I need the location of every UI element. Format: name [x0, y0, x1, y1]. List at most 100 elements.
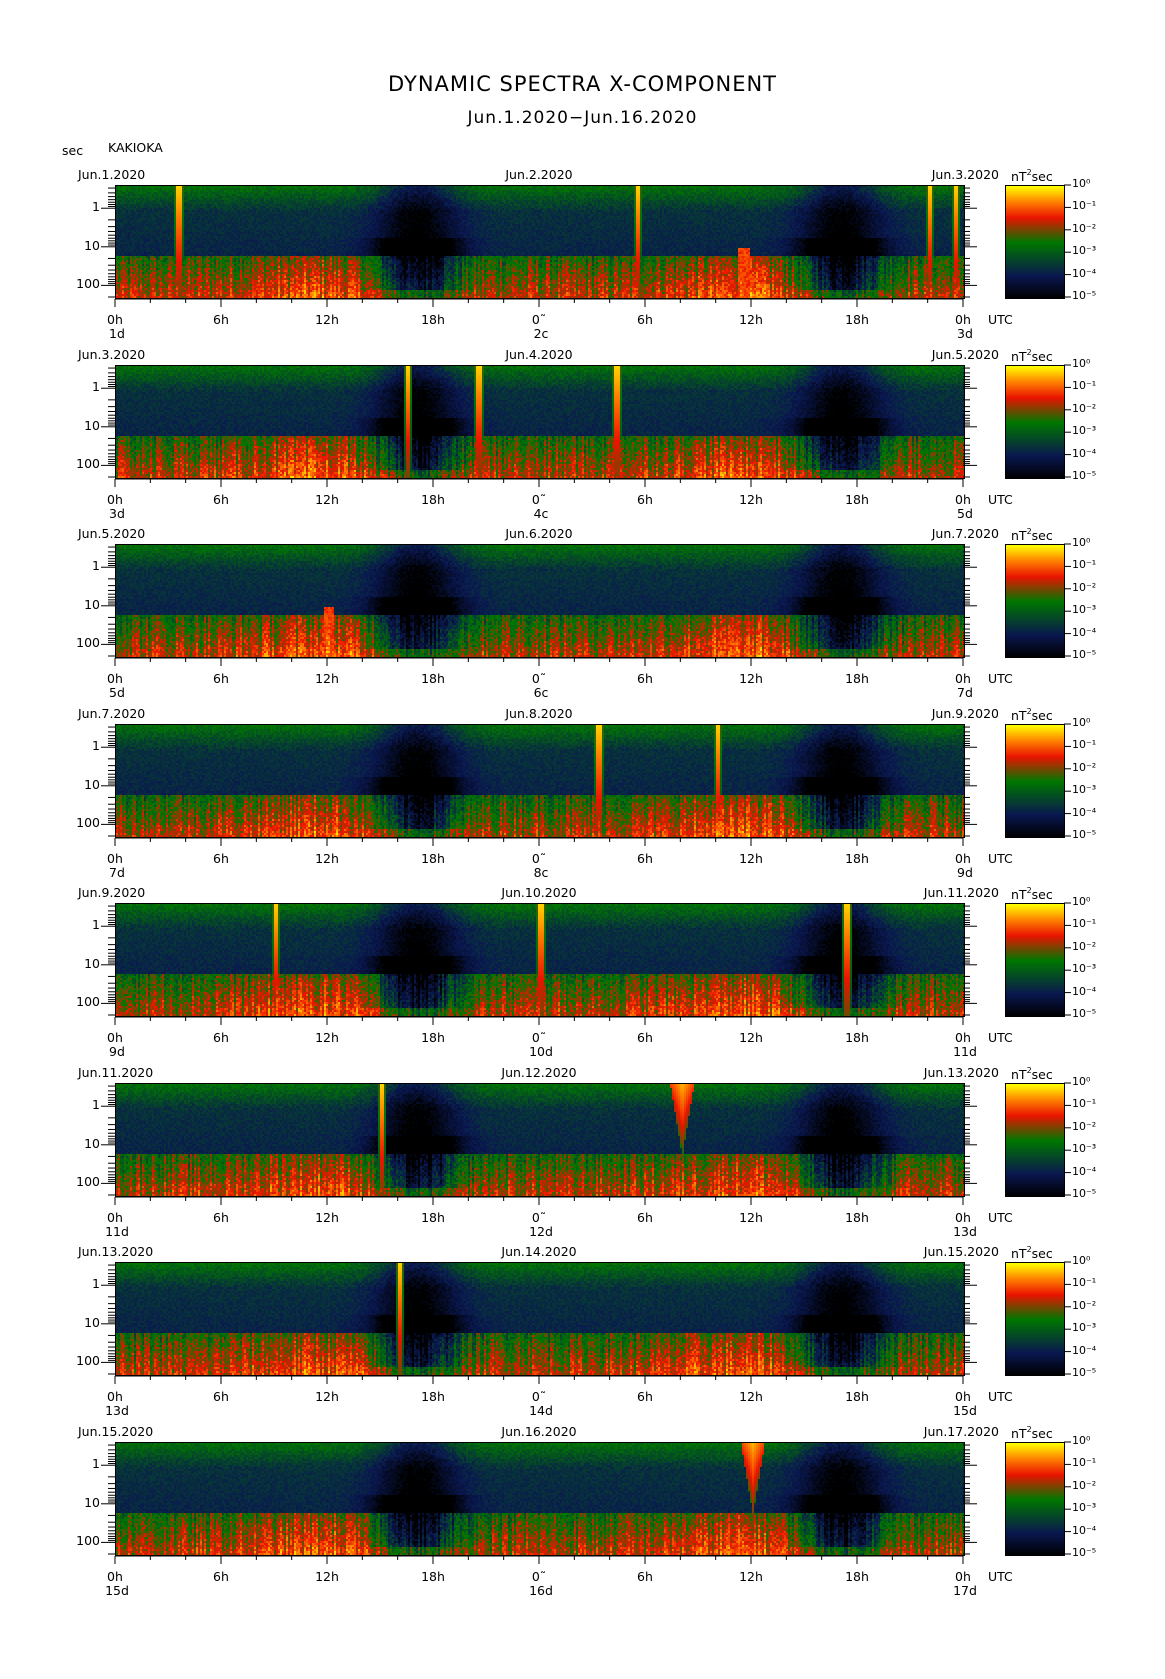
day-label-left: 15d	[105, 1583, 129, 1598]
panel-date-left: Jun.1.2020	[78, 167, 146, 182]
colorbar-label: 10⁻¹	[1072, 1097, 1097, 1111]
day-label-right: 9d	[957, 865, 973, 880]
x-tick-label: 0˜	[531, 1030, 547, 1045]
y-tick-label: 10	[84, 1135, 100, 1151]
y-tick-label: 100	[76, 815, 100, 831]
day-label-left: 13d	[105, 1403, 129, 1418]
day-label-right: 3d	[957, 326, 973, 341]
colorbar-label: 10⁰	[1072, 357, 1091, 370]
panel-date-right: Jun.9.2020	[931, 706, 999, 721]
colorbar-label: 10⁻²	[1072, 221, 1097, 235]
colorbar-unit-label: nT2sec	[1011, 527, 1053, 543]
x-tick-label: 0˜	[531, 312, 547, 327]
colorbar-label: 10⁻³	[1072, 1142, 1097, 1156]
panel-axes	[101, 1264, 977, 1384]
colorbar-label: 10⁻²	[1072, 1478, 1097, 1492]
panel-date-mid: Jun.6.2020	[505, 526, 573, 541]
day-label-left: 7d	[109, 865, 125, 880]
panel-axes	[101, 905, 977, 1025]
colorbar-label: 10⁻⁵	[1072, 1366, 1097, 1379]
colorbar-label: 10⁻⁵	[1072, 828, 1097, 841]
colorbar	[1005, 365, 1065, 479]
colorbar-label: 10⁰	[1072, 1254, 1091, 1267]
x-tick-label: 18h	[421, 1569, 445, 1584]
colorbar-label: 10⁻⁴	[1072, 266, 1097, 280]
x-tick-label: 18h	[845, 1210, 869, 1225]
x-tick-label: 0h	[955, 1569, 971, 1584]
day-label-right: 17d	[953, 1583, 977, 1598]
y-tick-label: 1	[92, 1276, 100, 1292]
y-tick-label: 100	[76, 456, 100, 472]
colorbar-label: 10⁻³	[1072, 244, 1097, 258]
x-tick-label: 18h	[421, 851, 445, 866]
x-tick-label: 0h	[955, 1030, 971, 1045]
panel-date-mid: Jun.4.2020	[505, 347, 573, 362]
y-tick-label: 100	[76, 635, 100, 651]
day-label-right: 13d	[953, 1224, 977, 1239]
day-label-mid: 14d	[529, 1403, 553, 1418]
x-tick-label: 0h	[955, 492, 971, 507]
colorbar-label: 10⁻⁵	[1072, 1546, 1097, 1559]
panel-axes	[101, 1444, 977, 1564]
x-tick-label: 0h	[107, 492, 123, 507]
x-tick-label: 6h	[637, 312, 653, 327]
panel-date-left: Jun.11.2020	[78, 1065, 154, 1080]
x-tick-label: 0h	[107, 1030, 123, 1045]
colorbar	[1005, 1083, 1065, 1197]
colorbar	[1005, 1442, 1065, 1556]
x-tick-label: 0h	[955, 1389, 971, 1404]
station-label: KAKIOKA	[108, 140, 163, 155]
colorbar-label: 10⁻¹	[1072, 379, 1097, 393]
x-tick-label: 12h	[739, 312, 763, 327]
colorbar	[1005, 903, 1065, 1017]
x-tick-label: 0h	[955, 312, 971, 327]
colorbar-label: 10⁰	[1072, 1434, 1091, 1447]
panel-date-right: Jun.17.2020	[923, 1424, 999, 1439]
x-tick-label: 6h	[637, 1210, 653, 1225]
x-tick-label: 6h	[213, 1210, 229, 1225]
colorbar-label: 10⁻³	[1072, 603, 1097, 617]
y-tick-label: 1	[92, 199, 100, 215]
colorbar-label: 10⁰	[1072, 177, 1091, 190]
x-tick-label: 12h	[739, 851, 763, 866]
panel-date-left: Jun.5.2020	[78, 526, 146, 541]
panel-date-left: Jun.13.2020	[78, 1244, 154, 1259]
day-label-mid: 4c	[533, 506, 549, 521]
x-tick-label: 6h	[213, 492, 229, 507]
x-tick-label: 12h	[739, 1210, 763, 1225]
day-label-right: 11d	[953, 1044, 977, 1059]
y-tick-label: 1	[92, 1456, 100, 1472]
colorbar	[1005, 185, 1065, 299]
y-tick-label: 100	[76, 1533, 100, 1549]
x-tick-label: 18h	[421, 312, 445, 327]
x-tick-label: 12h	[315, 1030, 339, 1045]
x-tick-label: 12h	[739, 1569, 763, 1584]
day-label-left: 9d	[109, 1044, 125, 1059]
x-tick-label: 12h	[739, 671, 763, 686]
panel-date-right: Jun.3.2020	[931, 167, 999, 182]
day-label-mid: 2c	[533, 326, 549, 341]
colorbar-label: 10⁰	[1072, 1075, 1091, 1088]
day-label-mid: 12d	[529, 1224, 553, 1239]
y-tick-label: 100	[76, 276, 100, 292]
colorbar-label: 10⁻¹	[1072, 1456, 1097, 1470]
x-tick-label: 0h	[107, 671, 123, 686]
x-tick-label: 0h	[107, 1210, 123, 1225]
x-tick-label: 18h	[421, 492, 445, 507]
y-tick-label: 10	[84, 596, 100, 612]
day-label-right: 5d	[957, 506, 973, 521]
colorbar-label: 10⁻²	[1072, 1119, 1097, 1133]
y-tick-label: 1	[92, 738, 100, 754]
y-tick-label: 10	[84, 1314, 100, 1330]
panel-axes	[101, 546, 977, 666]
x-tick-label: 0h	[107, 1389, 123, 1404]
panel-date-right: Jun.15.2020	[923, 1244, 999, 1259]
x-tick-label: 6h	[213, 1569, 229, 1584]
x-tick-label: 18h	[845, 1569, 869, 1584]
panel-date-right: Jun.13.2020	[923, 1065, 999, 1080]
colorbar-label: 10⁰	[1072, 536, 1091, 549]
colorbar-label: 10⁰	[1072, 716, 1091, 729]
x-axis-unit: UTC	[988, 851, 1013, 866]
colorbar-label: 10⁻²	[1072, 1298, 1097, 1312]
y-tick-label: 10	[84, 776, 100, 792]
